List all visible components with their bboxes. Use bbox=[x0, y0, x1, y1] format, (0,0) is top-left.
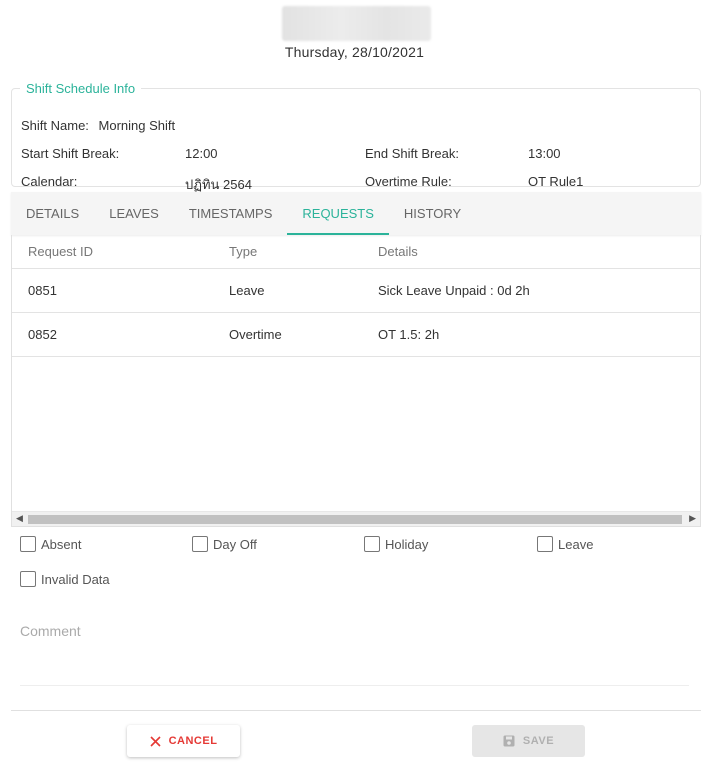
shift-name-label: Shift Name: bbox=[21, 118, 89, 133]
column-header-details[interactable]: Details bbox=[378, 235, 418, 268]
shift-name-row: Shift Name: Morning Shift bbox=[21, 118, 175, 133]
table-row[interactable]: 0851 Leave Sick Leave Unpaid : 0d 2h bbox=[12, 269, 700, 313]
shift-schedule-info: Shift Schedule Info Shift Name: Morning … bbox=[11, 81, 701, 192]
end-break-value: 13:00 bbox=[528, 146, 561, 161]
invalid-data-label: Invalid Data bbox=[41, 571, 110, 587]
tab-requests[interactable]: REQUESTS bbox=[287, 192, 389, 235]
checkbox-icon[interactable] bbox=[537, 536, 553, 552]
cancel-label: CANCEL bbox=[168, 735, 218, 747]
request-id-cell: 0852 bbox=[28, 327, 57, 342]
holiday-checkbox[interactable]: Holiday bbox=[364, 536, 428, 552]
overtime-rule-label: Overtime Rule: bbox=[365, 174, 452, 189]
requests-table: Request ID Type Details 0851 Leave Sick … bbox=[11, 235, 701, 527]
table-row[interactable]: 0852 Overtime OT 1.5: 2h bbox=[12, 313, 700, 357]
absent-checkbox[interactable]: Absent bbox=[20, 536, 81, 552]
leave-checkbox[interactable]: Leave bbox=[537, 536, 593, 552]
save-button[interactable]: SAVE bbox=[472, 725, 585, 757]
overtime-rule-value: OT Rule1 bbox=[528, 174, 584, 189]
column-header-type[interactable]: Type bbox=[229, 235, 257, 268]
scroll-right-icon[interactable]: ▶ bbox=[689, 513, 696, 524]
save-icon bbox=[503, 735, 515, 747]
tab-leaves[interactable]: LEAVES bbox=[94, 192, 174, 235]
comment-input[interactable]: Comment bbox=[20, 623, 81, 639]
table-header: Request ID Type Details bbox=[12, 235, 700, 269]
start-break-value: 12:00 bbox=[185, 146, 218, 161]
tab-bar: DETAILS LEAVES TIMESTAMPS REQUESTS HISTO… bbox=[11, 192, 701, 235]
checkbox-icon[interactable] bbox=[192, 536, 208, 552]
tab-timestamps[interactable]: TIMESTAMPS bbox=[174, 192, 288, 235]
horizontal-scrollbar[interactable]: ◀ ▶ bbox=[12, 511, 700, 526]
shift-name-value: Morning Shift bbox=[98, 118, 176, 133]
schedule-date: Thursday, 28/10/2021 bbox=[284, 44, 425, 60]
column-header-request-id[interactable]: Request ID bbox=[28, 235, 93, 268]
tab-history[interactable]: HISTORY bbox=[389, 192, 476, 235]
tab-details[interactable]: DETAILS bbox=[11, 192, 94, 235]
checkbox-icon[interactable] bbox=[20, 571, 36, 587]
save-label: SAVE bbox=[522, 735, 555, 747]
request-type-cell: Overtime bbox=[229, 327, 282, 342]
request-id-cell: 0851 bbox=[28, 283, 57, 298]
calendar-label: Calendar: bbox=[21, 174, 78, 189]
footer-divider bbox=[11, 710, 701, 711]
holiday-label: Holiday bbox=[385, 536, 429, 552]
scrollbar-thumb[interactable] bbox=[28, 515, 682, 524]
checkbox-icon[interactable] bbox=[364, 536, 380, 552]
scroll-left-icon[interactable]: ◀ bbox=[16, 513, 23, 524]
invalid-data-checkbox[interactable]: Invalid Data bbox=[20, 571, 110, 587]
leave-label: Leave bbox=[558, 536, 594, 552]
end-break-label: End Shift Break: bbox=[365, 146, 459, 161]
request-details-cell: Sick Leave Unpaid : 0d 2h bbox=[378, 283, 530, 298]
start-break-label: Start Shift Break: bbox=[21, 146, 120, 161]
close-icon bbox=[150, 735, 161, 747]
day-off-label: Day Off bbox=[213, 536, 257, 552]
checkbox-icon[interactable] bbox=[20, 536, 36, 552]
cancel-button[interactable]: CANCEL bbox=[127, 725, 240, 757]
absent-label: Absent bbox=[41, 536, 82, 552]
request-details-cell: OT 1.5: 2h bbox=[378, 327, 440, 342]
request-type-cell: Leave bbox=[229, 283, 265, 298]
comment-underline bbox=[20, 685, 689, 686]
day-off-checkbox[interactable]: Day Off bbox=[192, 536, 257, 552]
shift-schedule-info-legend: Shift Schedule Info bbox=[26, 81, 136, 96]
employee-name-blurred bbox=[282, 6, 431, 41]
